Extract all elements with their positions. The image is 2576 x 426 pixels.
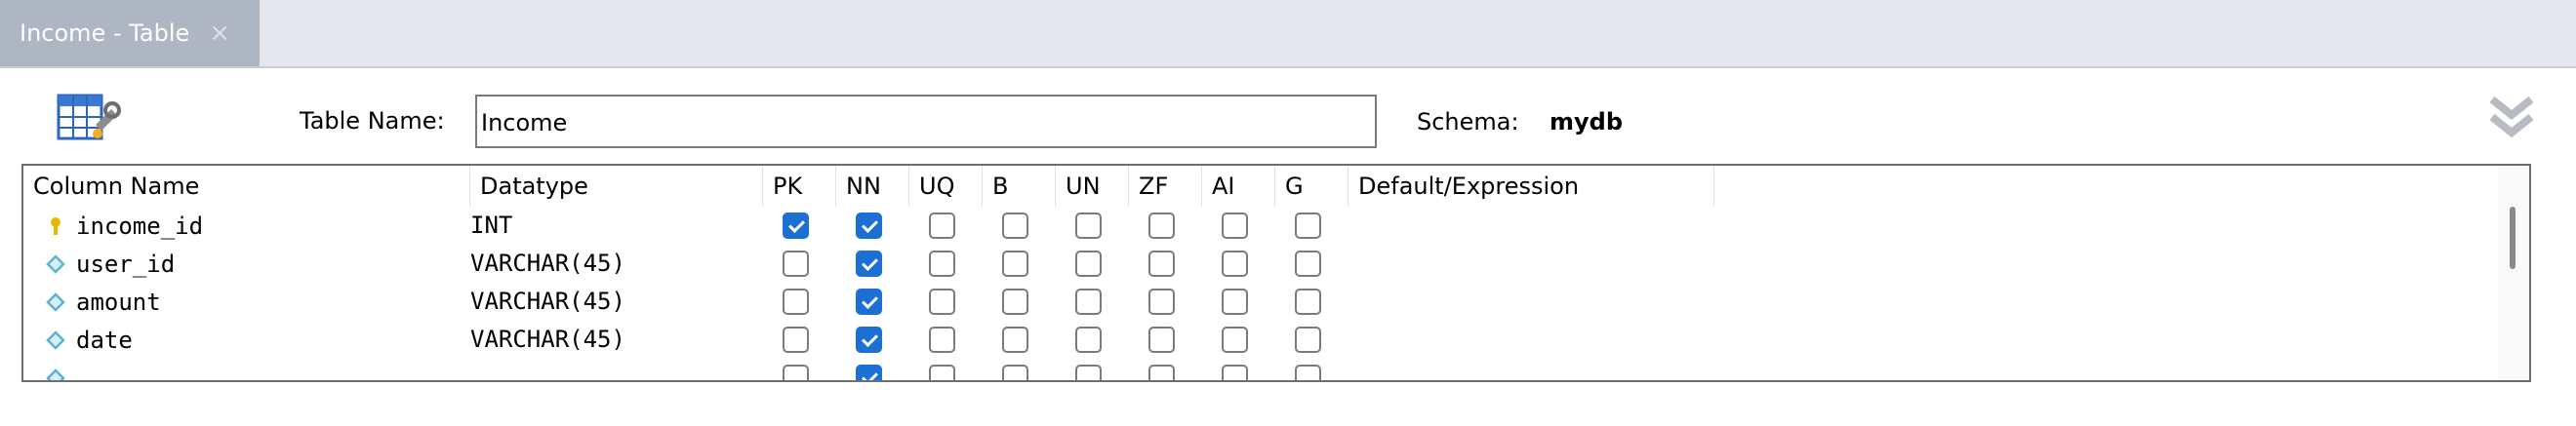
schema-label: Schema:	[1417, 108, 1519, 136]
col-header-pk[interactable]: PK	[763, 166, 836, 207]
uq-checkbox[interactable]	[929, 289, 955, 315]
editor-tab-strip: Income - Table ×	[0, 0, 2576, 68]
col-header-zf[interactable]: ZF	[1129, 166, 1202, 207]
col-header-ai[interactable]: AI	[1202, 166, 1275, 207]
un-checkbox[interactable]	[1075, 365, 1102, 380]
uq-checkbox[interactable]	[929, 251, 955, 277]
uq-checkbox[interactable]	[929, 327, 955, 353]
pk-checkbox[interactable]	[783, 365, 809, 380]
ai-checkbox[interactable]	[1222, 365, 1248, 380]
zf-checkbox[interactable]	[1148, 365, 1175, 380]
col-header-uq[interactable]: UQ	[909, 166, 983, 207]
nn-checkbox[interactable]	[856, 251, 882, 277]
ai-checkbox[interactable]	[1222, 289, 1248, 315]
column-diamond-icon	[46, 291, 65, 312]
schema-value: mydb	[1550, 108, 1624, 136]
pk-checkbox[interactable]	[783, 213, 809, 239]
b-checkbox[interactable]	[1002, 365, 1028, 380]
table-name-label: Table Name:	[300, 107, 445, 135]
datatype-cell[interactable]: INT	[470, 207, 512, 245]
col-header-b[interactable]: B	[983, 166, 1056, 207]
scrollbar-thumb[interactable]	[2510, 207, 2516, 269]
column-name-text: date	[76, 326, 133, 354]
table-row[interactable]: date VARCHAR(45)	[23, 321, 2497, 359]
ai-checkbox[interactable]	[1222, 213, 1248, 239]
g-checkbox[interactable]	[1295, 327, 1321, 353]
un-checkbox[interactable]	[1075, 289, 1102, 315]
column-diamond-icon	[46, 253, 65, 274]
pk-checkbox[interactable]	[783, 251, 809, 277]
uq-checkbox[interactable]	[929, 365, 955, 380]
uq-checkbox[interactable]	[929, 213, 955, 239]
table-name-input[interactable]: Income	[475, 95, 1377, 148]
table-row[interactable]	[23, 359, 2497, 380]
un-checkbox[interactable]	[1075, 327, 1102, 353]
primary-key-icon	[51, 216, 60, 235]
table-row[interactable]: user_id VARCHAR(45)	[23, 245, 2497, 283]
b-checkbox[interactable]	[1002, 327, 1028, 353]
g-checkbox[interactable]	[1295, 289, 1321, 315]
column-name-cell[interactable]: date	[23, 321, 133, 359]
g-checkbox[interactable]	[1295, 365, 1321, 380]
un-checkbox[interactable]	[1075, 213, 1102, 239]
ai-checkbox[interactable]	[1222, 327, 1248, 353]
table-row[interactable]: income_id INT	[23, 207, 2497, 245]
col-header-column-name[interactable]: Column Name	[23, 166, 470, 207]
tab-income-table[interactable]: Income - Table ×	[0, 0, 260, 66]
column-name-text: income_id	[76, 212, 204, 240]
column-name-text: user_id	[76, 250, 176, 278]
datatype-cell[interactable]: VARCHAR(45)	[470, 321, 625, 359]
pk-checkbox[interactable]	[783, 327, 809, 353]
col-header-datatype[interactable]: Datatype	[470, 166, 763, 207]
table-editor-icon	[57, 94, 121, 140]
nn-checkbox[interactable]	[856, 213, 882, 239]
nn-checkbox[interactable]	[856, 327, 882, 353]
b-checkbox[interactable]	[1002, 213, 1028, 239]
column-name-cell[interactable]	[23, 359, 76, 380]
tab-label: Income - Table	[20, 19, 190, 47]
nn-checkbox[interactable]	[856, 365, 882, 380]
zf-checkbox[interactable]	[1148, 251, 1175, 277]
g-checkbox[interactable]	[1295, 213, 1321, 239]
col-header-un[interactable]: UN	[1056, 166, 1129, 207]
zf-checkbox[interactable]	[1148, 289, 1175, 315]
zf-checkbox[interactable]	[1148, 213, 1175, 239]
column-name-cell[interactable]: income_id	[23, 207, 203, 245]
vertical-scrollbar[interactable]	[2498, 166, 2529, 380]
un-checkbox[interactable]	[1075, 251, 1102, 277]
column-diamond-icon	[46, 368, 65, 380]
nn-checkbox[interactable]	[856, 289, 882, 315]
column-diamond-icon	[46, 329, 65, 350]
b-checkbox[interactable]	[1002, 289, 1028, 315]
col-header-nn[interactable]: NN	[836, 166, 909, 207]
ai-checkbox[interactable]	[1222, 251, 1248, 277]
zf-checkbox[interactable]	[1148, 327, 1175, 353]
b-checkbox[interactable]	[1002, 251, 1028, 277]
column-name-cell[interactable]: user_id	[23, 245, 175, 283]
datatype-cell[interactable]: VARCHAR(45)	[470, 245, 625, 283]
columns-grid: Column Name Datatype PK NN UQ B UN ZF AI…	[21, 164, 2531, 382]
column-name-cell[interactable]: amount	[23, 283, 161, 321]
collapse-chevron-icon[interactable]	[2486, 90, 2537, 142]
datatype-cell[interactable]: VARCHAR(45)	[470, 283, 625, 321]
close-icon[interactable]: ×	[209, 19, 230, 48]
column-name-text: amount	[76, 288, 161, 316]
g-checkbox[interactable]	[1295, 251, 1321, 277]
col-header-g[interactable]: G	[1275, 166, 1348, 207]
col-header-default-expression[interactable]: Default/Expression	[1348, 166, 1714, 207]
pk-checkbox[interactable]	[783, 289, 809, 315]
table-row[interactable]: amount VARCHAR(45)	[23, 283, 2497, 321]
